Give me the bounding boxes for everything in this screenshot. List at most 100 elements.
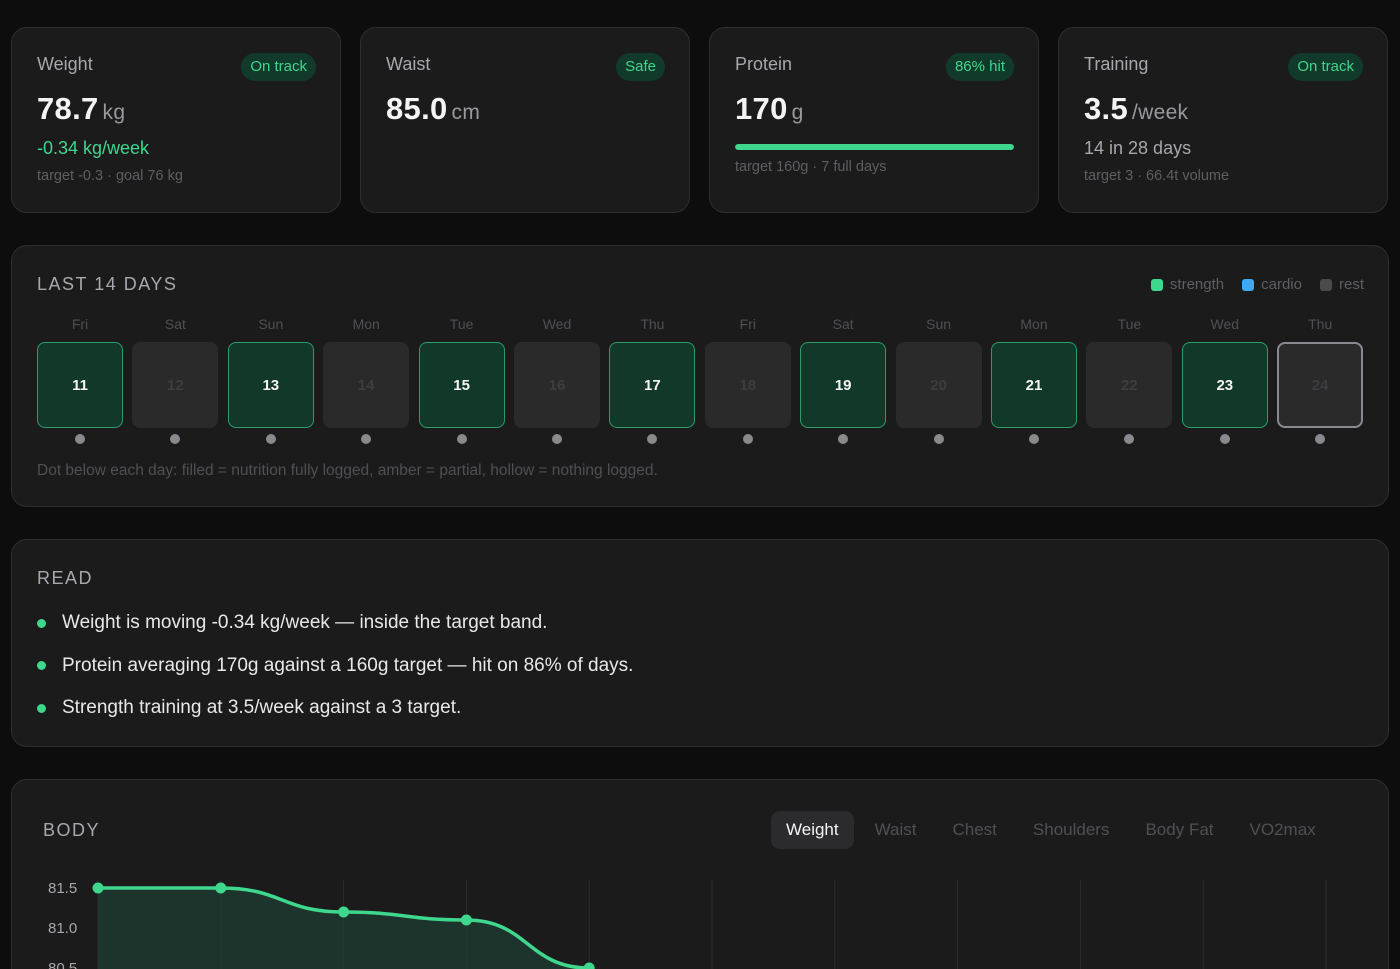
kpi-unit: cm — [451, 101, 481, 124]
day-box[interactable]: 17 — [609, 342, 696, 428]
day-cell[interactable]: Fri 18 — [704, 316, 791, 444]
day-cell[interactable]: Wed 23 — [1181, 316, 1268, 444]
status-badge: On track — [241, 53, 316, 81]
nutrition-dot — [838, 434, 849, 444]
kpi-number: 85.0 — [386, 91, 448, 126]
day-cell[interactable]: Sat 12 — [132, 316, 219, 444]
kpi-number: 3.5 — [1084, 91, 1128, 126]
day-box[interactable]: 24 — [1277, 342, 1364, 428]
day-box[interactable]: 14 — [323, 342, 410, 428]
kpi-note: target 160g · 7 full days — [735, 159, 887, 175]
weight-chart: 81.5 81.0 80.5 — [48, 880, 1327, 969]
read-item: Protein averaging 170g against a 160g ta… — [37, 655, 633, 677]
day-of-week: Sat — [832, 316, 854, 332]
read-item-text: Strength training at 3.5/week against a … — [62, 697, 462, 718]
kpi-label: Training — [1084, 54, 1149, 74]
day-box[interactable]: 13 — [227, 342, 314, 428]
legend-label: strength — [1169, 276, 1225, 293]
kpi-unit: g — [791, 101, 804, 124]
day-box[interactable]: 22 — [1086, 342, 1173, 428]
day-box[interactable]: 23 — [1181, 342, 1268, 428]
day-box[interactable]: 20 — [895, 342, 982, 428]
data-point[interactable] — [338, 906, 350, 918]
day-of-week: Thu — [640, 316, 665, 332]
legend-label: cardio — [1261, 276, 1302, 293]
read-item-text: Weight is moving -0.34 kg/week — inside … — [62, 612, 548, 633]
kpi-card-weight: Weight On track 78.7 kg -0.34 kg/week target … — [11, 27, 341, 213]
data-point[interactable] — [92, 882, 104, 894]
day-cell[interactable]: Tue 22 — [1086, 316, 1173, 444]
y-tick-label: 81.0 — [48, 920, 77, 937]
day-of-week: Thu — [1308, 316, 1333, 332]
bullet-dot — [37, 703, 46, 713]
data-point[interactable] — [460, 914, 472, 926]
day-of-week: Mon — [1020, 316, 1048, 332]
legend-swatch — [1319, 278, 1332, 291]
legend-item-rest: rest — [1319, 276, 1364, 293]
read-panel: READ Weight is moving -0.34 kg/week — in… — [11, 539, 1389, 747]
day-box[interactable]: 18 — [704, 342, 791, 428]
day-of-week: Fri — [739, 316, 756, 332]
kpi-note: target 3 · 66.4t volume — [1084, 168, 1230, 184]
day-cell[interactable]: Sat 19 — [800, 316, 887, 444]
day-cell[interactable]: Mon 14 — [323, 316, 410, 444]
body-panel: BODY Weight Waist Chest Shoulders Body Fat VO… — [11, 779, 1389, 969]
day-cell[interactable]: Thu 17 — [609, 316, 696, 444]
kpi-unit: kg — [102, 101, 126, 124]
activity-legend: strength cardio rest — [1150, 276, 1364, 293]
read-item-text: Protein averaging 170g against a 160g ta… — [62, 654, 634, 676]
kpi-number: 78.7 — [37, 91, 99, 126]
y-tick-label: 81.5 — [48, 880, 77, 897]
kpi-card-waist: Waist Safe 85.0 cm — [360, 27, 690, 213]
day-cell[interactable]: Sun 20 — [895, 316, 982, 444]
nutrition-dot — [1315, 434, 1326, 444]
day-of-week: Sat — [164, 316, 186, 332]
nutrition-dot — [265, 434, 276, 444]
day-of-week: Sun — [926, 316, 952, 332]
kpi-label: Waist — [386, 54, 431, 74]
progress-bar — [735, 144, 1014, 150]
status-badge: On track — [1288, 53, 1363, 81]
nutrition-dot — [75, 434, 85, 444]
day-box[interactable]: 16 — [514, 342, 600, 428]
day-box[interactable]: 11 — [37, 342, 123, 428]
day-cell[interactable]: Fri 11 — [37, 316, 123, 444]
nutrition-dot — [1029, 434, 1039, 444]
legend-swatch — [1150, 278, 1163, 291]
kpi-value: 78.7 kg — [37, 91, 125, 127]
nutrition-dot — [647, 434, 658, 444]
kpi-number: 170 — [735, 91, 788, 126]
nutrition-dot — [456, 434, 467, 444]
section-title-last-14-days: LAST 14 DAYS — [37, 274, 178, 294]
kpi-label: Weight — [37, 54, 93, 74]
day-of-week: Wed — [542, 316, 572, 332]
nutrition-dot — [1219, 434, 1230, 444]
day-cell[interactable]: Tue 15 — [418, 316, 505, 444]
kpi-value: 3.5/week — [1084, 91, 1188, 127]
day-box[interactable]: 12 — [132, 342, 219, 428]
day-cell[interactable]: Wed 16 — [514, 316, 600, 444]
bullet-dot — [37, 618, 46, 628]
kpi-subtext: -0.34 kg/week — [37, 138, 150, 158]
nutrition-dot — [1124, 434, 1135, 444]
day-of-week: Sun — [258, 316, 284, 332]
kpi-note: target -0.3 · goal 76 kg — [37, 168, 183, 184]
day-cell[interactable]: Sun 13 — [227, 316, 314, 444]
nutrition-dot — [742, 434, 753, 444]
read-item: Strength training at 3.5/week against a … — [37, 697, 461, 719]
data-point[interactable] — [583, 962, 595, 969]
day-box[interactable]: 21 — [991, 342, 1077, 428]
day-box[interactable]: 19 — [800, 342, 887, 428]
section-title-read: READ — [37, 568, 94, 588]
y-tick-label: 80.5 — [48, 960, 77, 969]
day-cell[interactable]: Thu 24 — [1277, 316, 1364, 444]
kpi-card-protein: Protein 86% hit 170 g target 160g · 7 full d… — [709, 27, 1039, 213]
status-badge: Safe — [616, 53, 665, 81]
status-badge: 86% hit — [945, 53, 1014, 81]
data-point[interactable] — [215, 882, 227, 894]
day-box[interactable]: 15 — [418, 342, 505, 428]
day-of-week: Wed — [1210, 316, 1240, 332]
day-cell[interactable]: Mon 21 — [991, 316, 1077, 444]
kpi-value: 85.0 cm — [386, 91, 480, 127]
kpi-value: 170 g — [735, 91, 804, 127]
